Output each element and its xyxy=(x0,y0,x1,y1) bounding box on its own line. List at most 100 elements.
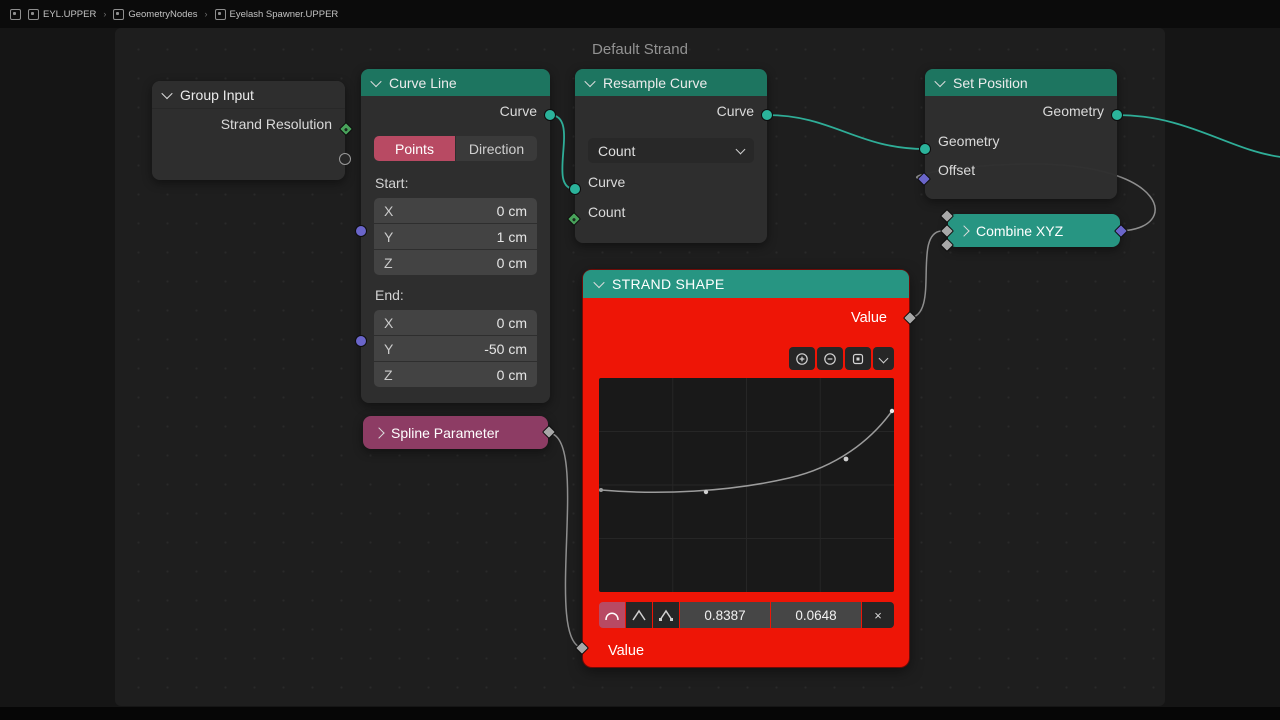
end-label: End: xyxy=(375,287,404,303)
curve-graph-plot xyxy=(599,378,895,592)
axis-value: 1 cm xyxy=(496,228,527,245)
handle-auto-icon xyxy=(605,612,619,621)
curve-point-selected[interactable] xyxy=(843,456,849,462)
node-header[interactable]: Set Position xyxy=(925,69,1117,96)
curve-widget-toolbar xyxy=(789,347,894,370)
breadcrumb-item-nodegroup[interactable]: Eyelash Spawner.UPPER xyxy=(214,8,339,20)
zoom-out-icon xyxy=(824,352,836,365)
node-combine-xyz[interactable]: Combine XYZ xyxy=(939,208,1129,253)
node-group-title: Default Strand xyxy=(592,41,688,58)
chevron-down-icon xyxy=(735,144,746,154)
breadcrumb-label: GeometryNodes xyxy=(128,8,198,20)
start-x-field[interactable]: X 0 cm xyxy=(374,198,537,223)
curve-point-controls: 0.8387 0.0648 × xyxy=(599,602,894,628)
handle-auto-button[interactable] xyxy=(599,602,625,628)
collapse-chevron-icon[interactable] xyxy=(584,75,596,87)
axis-value: -50 cm xyxy=(484,340,527,357)
end-z-field[interactable]: Z 0 cm xyxy=(374,362,537,387)
resample-mode-dropdown[interactable]: Count xyxy=(588,138,754,163)
output-label: Strand Resolution xyxy=(220,116,332,132)
socket-virtual-output[interactable] xyxy=(339,153,351,165)
output-label: Curve xyxy=(499,103,537,119)
axis-value: 0 cm xyxy=(496,254,527,271)
point-x-field[interactable]: 0.8387 xyxy=(680,602,770,628)
node-header[interactable]: Curve Line xyxy=(361,69,550,96)
socket-end-input[interactable] xyxy=(355,335,367,347)
start-vector-fields: X 0 cm Y 1 cm Z 0 cm xyxy=(374,198,537,275)
clipping-icon xyxy=(852,353,864,364)
start-y-field[interactable]: Y 1 cm xyxy=(374,224,537,249)
node-title: Group Input xyxy=(180,86,254,103)
node-group-input[interactable]: Group Input Strand Resolution xyxy=(152,81,354,180)
axis-label: Y xyxy=(384,340,394,357)
collapse-chevron-icon[interactable] xyxy=(370,75,382,87)
object-icon xyxy=(28,8,39,20)
socket-curve-output[interactable] xyxy=(544,109,556,121)
breadcrumb: EYL.UPPER › GeometryNodes › Eyelash Spaw… xyxy=(0,0,1280,28)
socket-start-input[interactable] xyxy=(355,225,367,237)
node-title: STRAND SHAPE xyxy=(612,276,725,292)
axis-label: X xyxy=(384,314,394,331)
clipping-options-button[interactable] xyxy=(845,347,871,370)
breadcrumb-separator: › xyxy=(204,9,208,19)
node-title: Combine XYZ xyxy=(976,222,1064,239)
node-curve-line[interactable]: Curve Line Curve Points Direction Start:… xyxy=(355,69,556,403)
curve-point[interactable] xyxy=(889,408,895,414)
input-label: Geometry xyxy=(938,132,1000,149)
start-z-field[interactable]: Z 0 cm xyxy=(374,250,537,275)
end-y-field[interactable]: Y -50 cm xyxy=(374,336,537,361)
socket-geometry-input[interactable] xyxy=(919,143,931,155)
delete-point-button[interactable]: × xyxy=(862,602,894,628)
node-resample-curve[interactable]: Resample Curve Curve Count Curve Count xyxy=(566,69,773,243)
breadcrumb-item-object[interactable]: EYL.UPPER xyxy=(28,8,97,20)
handle-free-button[interactable] xyxy=(653,602,679,628)
collapse-chevron-icon[interactable] xyxy=(593,276,605,289)
expand-chevron-icon[interactable] xyxy=(958,224,970,237)
end-x-field[interactable]: X 0 cm xyxy=(374,310,537,335)
zoom-in-icon xyxy=(796,352,808,365)
breadcrumb-label: EYL.UPPER xyxy=(43,8,97,20)
curve-graph[interactable] xyxy=(599,378,895,592)
curve-tools-dropdown[interactable] xyxy=(873,347,894,370)
chevron-down-icon xyxy=(878,353,889,364)
axis-value: 0 cm xyxy=(496,314,527,331)
breadcrumb-item-nodetree[interactable]: GeometryNodes xyxy=(113,8,198,20)
zoom-in-button[interactable] xyxy=(789,347,815,370)
node-header[interactable]: STRAND SHAPE xyxy=(583,270,909,298)
nodegroup-icon xyxy=(214,8,226,20)
node-set-position[interactable]: Set Position Geometry Geometry Offset xyxy=(916,69,1123,199)
socket-curve-input[interactable] xyxy=(569,183,581,195)
curve-point[interactable] xyxy=(599,488,603,492)
node-title: Curve Line xyxy=(389,74,457,91)
node-spline-parameter[interactable]: Spline Parameter xyxy=(363,416,557,449)
socket-curve-output[interactable] xyxy=(761,109,773,121)
node-title: Resample Curve xyxy=(603,74,708,91)
breadcrumb-label: Eyelash Spawner.UPPER xyxy=(229,8,339,20)
handle-vector-icon xyxy=(632,609,646,621)
collapse-chevron-icon[interactable] xyxy=(161,87,173,99)
input-label: Value xyxy=(608,643,645,659)
mode-direction-button[interactable]: Direction xyxy=(456,136,537,161)
axis-label: Z xyxy=(384,254,393,271)
input-label: Count xyxy=(588,203,626,220)
handle-vector-button[interactable] xyxy=(626,602,652,628)
point-y-field[interactable]: 0.0648 xyxy=(771,602,861,628)
expand-chevron-icon[interactable] xyxy=(373,426,385,439)
curve-point[interactable] xyxy=(703,489,709,495)
node-strand-shape[interactable]: STRAND SHAPE Value 0.8387 0.0648 × Value xyxy=(574,270,918,667)
breadcrumb-separator: › xyxy=(103,9,107,19)
socket-geometry-output[interactable] xyxy=(1111,109,1123,121)
handle-free-icon xyxy=(659,609,673,621)
node-header[interactable]: Resample Curve xyxy=(575,69,767,96)
output-label: Curve xyxy=(716,103,754,119)
mode-points-button[interactable]: Points xyxy=(374,136,455,161)
axis-value: 0 cm xyxy=(496,202,527,219)
node-title: Set Position xyxy=(953,74,1028,91)
input-label: Offset xyxy=(938,161,976,178)
letterbox-bar xyxy=(0,707,1280,720)
node-header[interactable]: Group Input xyxy=(152,81,345,109)
editor-type-icon[interactable] xyxy=(10,8,21,20)
collapse-chevron-icon[interactable] xyxy=(934,75,946,87)
zoom-out-button[interactable] xyxy=(817,347,843,370)
nodetree-icon xyxy=(113,8,125,20)
